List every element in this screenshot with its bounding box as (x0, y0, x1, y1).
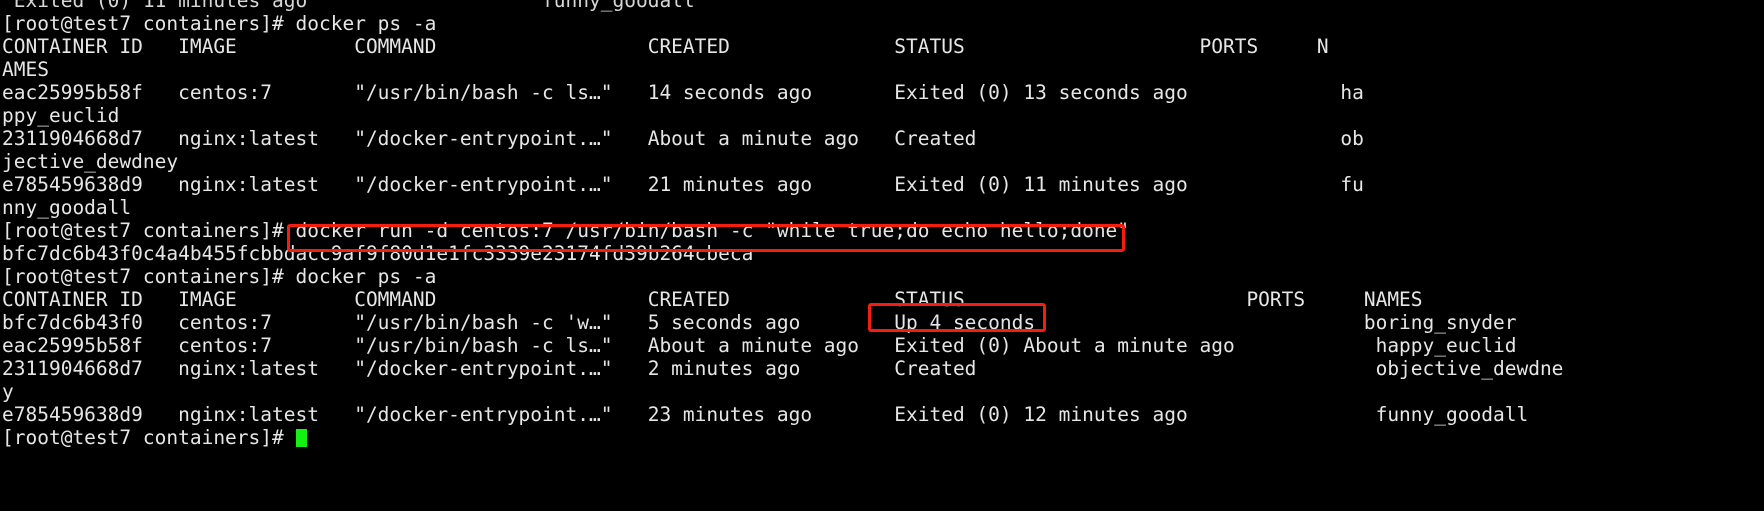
terminal-line-table1-header: CONTAINER ID IMAGE COMMAND CREATED STATU… (2, 35, 1329, 58)
terminal-line-table2-row2: eac25995b58f centos:7 "/usr/bin/bash -c … (2, 334, 1517, 357)
active-prompt-text: [root@test7 containers]# (2, 426, 296, 449)
terminal-line-table2-row3-wrap: y (2, 380, 14, 403)
terminal-line-table1-row3: e785459638d9 nginx:latest "/docker-entry… (2, 173, 1364, 196)
terminal-line-scrollback: Exited (0) 11 minutes ago funny_goodall (2, 0, 695, 12)
terminal-line-table2-row4: e785459638d9 nginx:latest "/docker-entry… (2, 403, 1529, 426)
terminal-screen: Exited (0) 11 minutes ago funny_goodall … (0, 0, 1764, 449)
terminal-line-table2-row1: bfc7dc6b43f0 centos:7 "/usr/bin/bash -c … (2, 311, 1517, 334)
terminal-line-prompt-docker-ps-2: [root@test7 containers]# docker ps -a (2, 265, 437, 288)
terminal-line-prompt-docker-run: [root@test7 containers]# docker run -d c… (2, 219, 1130, 242)
terminal-line-table1-row1-wrap: ppy_euclid (2, 104, 120, 127)
terminal-line-table2-header: CONTAINER ID IMAGE COMMAND CREATED STATU… (2, 288, 1423, 311)
terminal-line-table1-row2-wrap: jective_dewdney (2, 150, 179, 173)
terminal-line-table1-row2: 2311904668d7 nginx:latest "/docker-entry… (2, 127, 1364, 150)
terminal-line-active-prompt[interactable]: [root@test7 containers]# (2, 426, 1762, 449)
terminal-line-table1-row1: eac25995b58f centos:7 "/usr/bin/bash -c … (2, 81, 1364, 104)
terminal-line-table1-header-wrap: AMES (2, 58, 49, 81)
block-cursor-icon (295, 429, 307, 447)
terminal-line-table2-row3: 2311904668d7 nginx:latest "/docker-entry… (2, 357, 1564, 380)
terminal-line-table1-row3-wrap: nny_goodall (2, 196, 132, 219)
terminal-line-container-id-full: bfc7dc6b43f0c4a4b455fcbbdacc9af9f80d1e1f… (2, 242, 754, 265)
terminal-line-prompt-docker-ps-1: [root@test7 containers]# docker ps -a (2, 12, 437, 35)
terminal-window[interactable]: Exited (0) 11 minutes ago funny_goodall … (0, 0, 1764, 511)
